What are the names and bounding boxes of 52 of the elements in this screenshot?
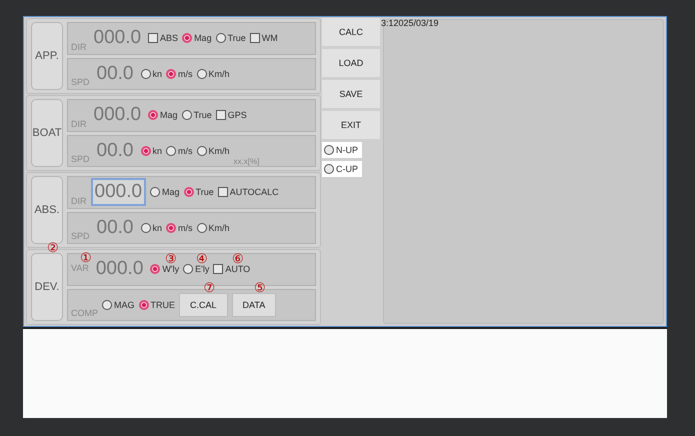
action-button[interactable]: DATA: [232, 292, 276, 317]
radio-option[interactable]: m/s: [166, 146, 193, 156]
radio-option[interactable]: True: [216, 33, 246, 44]
field-label: DIR: [71, 118, 86, 130]
annotation-number: ②: [47, 241, 59, 254]
section-label-button[interactable]: BOAT: [31, 99, 63, 167]
annotation-number: ③: [164, 252, 177, 266]
date-time-text: 3:12025/03/19: [381, 18, 439, 28]
radio-option[interactable]: True: [182, 110, 212, 120]
field-label: VAR: [71, 263, 89, 276]
unit-text: xx.x[%]: [234, 157, 260, 166]
radio-option[interactable]: Km/h: [196, 222, 230, 233]
side-button[interactable]: EXIT: [322, 111, 380, 139]
radio-option[interactable]: Mag: [150, 187, 180, 198]
side-button[interactable]: LOAD: [322, 49, 380, 77]
radio-option[interactable]: kn: [140, 146, 162, 156]
radio-option[interactable]: True: [184, 187, 214, 198]
radio-option[interactable]: W'ly: [150, 264, 180, 274]
radio-option[interactable]: m/s: [166, 68, 193, 79]
radio-option[interactable]: Km/h: [196, 146, 230, 156]
section-label-button[interactable]: APP.: [31, 22, 63, 90]
radio-option[interactable]: Mag: [182, 33, 212, 44]
checkbox-option[interactable]: GPS: [216, 110, 247, 120]
field-label: SPD: [71, 154, 90, 166]
annotation-number: ⑥: [232, 252, 244, 266]
action-button[interactable]: C.CAL: [179, 292, 228, 317]
radio-option[interactable]: N-UP: [322, 142, 362, 158]
annotation-number: ⑦: [203, 280, 216, 294]
checkbox-option[interactable]: WM: [250, 33, 278, 44]
radio-option[interactable]: TRUE: [138, 300, 176, 310]
annotation-number: ①: [80, 251, 92, 264]
field-label: SPD: [71, 77, 90, 89]
radio-option[interactable]: Km/h: [196, 68, 230, 79]
checkbox-option[interactable]: ABS: [148, 33, 178, 44]
radio-option[interactable]: MAG: [102, 300, 135, 310]
side-button[interactable]: SAVE: [322, 80, 380, 108]
annotation-number: ④: [196, 252, 208, 266]
checkbox-option[interactable]: AUTO: [213, 264, 250, 274]
side-button[interactable]: CALC: [322, 18, 380, 46]
radio-option[interactable]: E'ly: [183, 264, 210, 274]
checkbox-option[interactable]: AUTOCALC: [218, 187, 279, 198]
section-label-button[interactable]: DEV.: [31, 253, 63, 321]
annotation-number: ⑤: [254, 280, 266, 294]
field-label: DIR: [71, 196, 86, 208]
radio-option[interactable]: kn: [140, 222, 162, 233]
field-label: DIR: [71, 42, 86, 54]
radio-option[interactable]: kn: [140, 68, 162, 79]
field-label: SPD: [71, 231, 90, 243]
radio-option[interactable]: C-UP: [322, 161, 362, 177]
radio-option[interactable]: Mag: [148, 110, 178, 120]
field-label: COMP: [71, 308, 98, 320]
radio-option[interactable]: m/s: [166, 222, 193, 233]
